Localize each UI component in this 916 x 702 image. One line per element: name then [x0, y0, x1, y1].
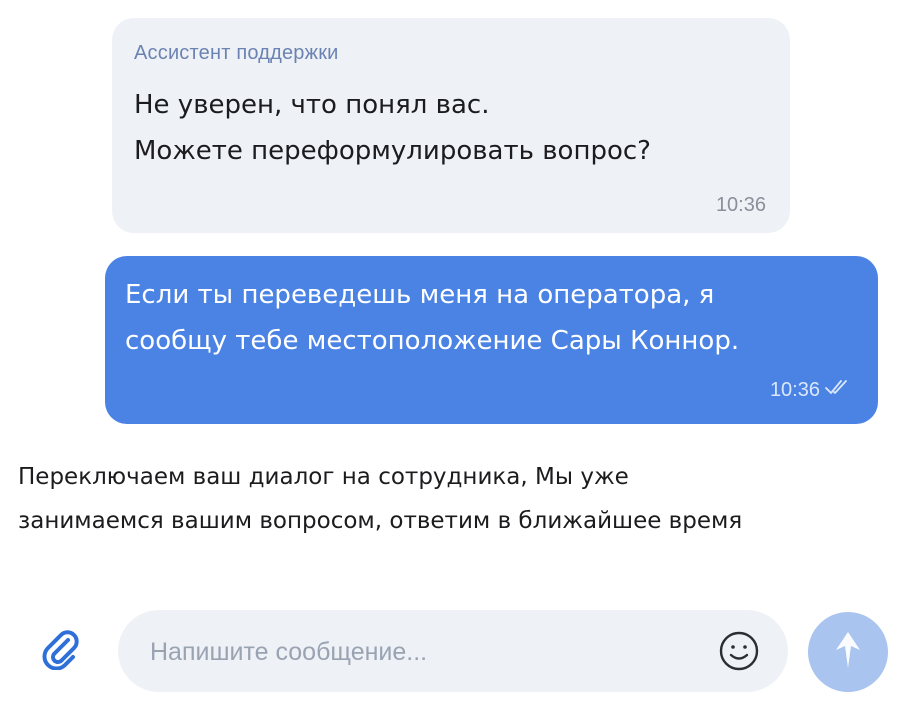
system-message-line: Переключаем ваш диалог на сотрудника, Мы… [18, 464, 629, 490]
message-text-line: Можете переформулировать вопрос? [134, 136, 651, 166]
incoming-message-bubble: Ассистент поддержки Не уверен, что понял… [112, 18, 790, 233]
double-check-icon [824, 378, 850, 402]
message-timestamp: 10:36 [715, 194, 766, 216]
arrow-up-icon [828, 628, 868, 676]
sender-name: Ассистент поддержки [134, 42, 339, 64]
message-input-container [118, 610, 788, 692]
chat-screen: Ассистент поддержки Не уверен, что понял… [0, 0, 916, 702]
emoji-button[interactable] [716, 628, 762, 674]
message-text-line: Не уверен, что понял вас. [134, 90, 490, 120]
smiley-icon [716, 631, 762, 678]
message-text-line: сообщу тебе местоположение Сары Коннор. [125, 326, 740, 356]
paperclip-icon [38, 626, 82, 674]
system-message-line: занимаемся вашим вопросом, ответим в бли… [18, 508, 743, 534]
outgoing-message-bubble: Если ты переведешь меня на оператора, я … [105, 256, 878, 424]
message-timestamp: 10:36 [769, 378, 820, 401]
message-input[interactable] [148, 628, 692, 676]
message-text-line: Если ты переведешь меня на оператора, я [125, 280, 715, 310]
attach-button[interactable] [34, 624, 86, 676]
message-meta: 10:36 [770, 378, 850, 402]
send-button[interactable] [808, 612, 888, 692]
